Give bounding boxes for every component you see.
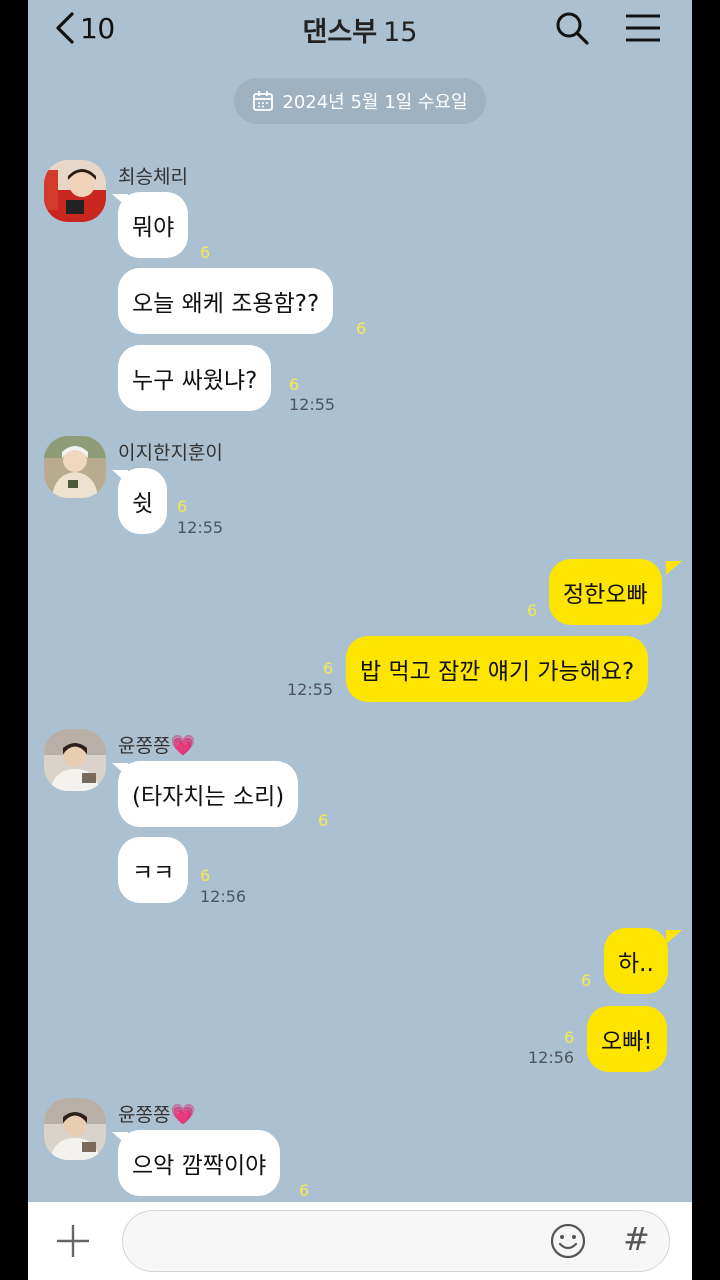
message-text: (타자치는 소리) bbox=[132, 784, 285, 810]
bubble-tail bbox=[666, 930, 682, 944]
heart-icon: 💗 bbox=[170, 733, 196, 757]
sender-name-text: 윤쫑쫑 bbox=[118, 1104, 171, 1126]
chat-room-name: 댄스부 bbox=[302, 17, 378, 48]
sender-name: 윤쫑쫑💗 bbox=[118, 1100, 195, 1127]
avatar[interactable] bbox=[44, 160, 106, 222]
date-divider: 2024년 5월 1일 수요일 bbox=[234, 78, 486, 124]
message-text: 밥 먹고 잠깐 얘기 가능해요? bbox=[360, 659, 635, 685]
message-time: 12:56 bbox=[528, 1048, 575, 1067]
hash-icon[interactable]: # bbox=[623, 1220, 650, 1258]
my-message-bubble[interactable]: 오빠! bbox=[587, 1006, 667, 1072]
message-text: 으악 깜짝이야 bbox=[132, 1153, 267, 1179]
member-count: 15 bbox=[383, 17, 418, 48]
sender-name-text: 윤쫑쫑 bbox=[118, 735, 171, 757]
message-bubble[interactable]: (타자치는 소리) bbox=[118, 761, 299, 827]
message-bubble[interactable]: 으악 깜짝이야 bbox=[118, 1130, 281, 1196]
my-message-bubble[interactable]: 하.. bbox=[604, 928, 668, 994]
message-text: 뭐야 bbox=[132, 215, 175, 241]
avatar[interactable] bbox=[44, 729, 106, 791]
unread-count: 6 bbox=[564, 1028, 575, 1047]
menu-icon[interactable] bbox=[622, 8, 662, 48]
unread-count: 6 bbox=[356, 319, 367, 338]
message-input-bar: # bbox=[28, 1202, 692, 1280]
plus-icon[interactable] bbox=[54, 1222, 92, 1260]
avatar[interactable] bbox=[44, 436, 106, 498]
message-time: 12:55 bbox=[289, 395, 336, 414]
sender-name: 최승체리 bbox=[118, 166, 188, 188]
date-text: 2024년 5월 1일 수요일 bbox=[282, 92, 468, 113]
message-bubble[interactable]: ㅋㅋ bbox=[118, 837, 189, 903]
bubble-tail bbox=[666, 561, 682, 575]
message-time: 12:55 bbox=[177, 518, 224, 537]
search-icon[interactable] bbox=[552, 8, 592, 48]
unread-count: 6 bbox=[527, 601, 538, 620]
message-field[interactable]: # bbox=[122, 1210, 670, 1272]
message-time: 12:55 bbox=[287, 680, 334, 699]
message-input[interactable] bbox=[143, 1221, 547, 1263]
emoji-icon[interactable] bbox=[549, 1222, 587, 1260]
unread-count: 6 bbox=[177, 497, 188, 516]
my-message-bubble[interactable]: 밥 먹고 잠깐 얘기 가능해요? bbox=[346, 636, 649, 702]
top-bar: 10 댄스부 15 bbox=[28, 0, 692, 56]
message-text: 쉿 bbox=[132, 491, 154, 517]
calendar-icon bbox=[253, 91, 274, 111]
unread-count: 6 bbox=[581, 971, 592, 990]
message-text: 정한오빠 bbox=[563, 582, 648, 608]
sender-name: 이지한지훈이 bbox=[118, 442, 223, 464]
sender-name: 윤쫑쫑💗 bbox=[118, 731, 195, 758]
message-bubble[interactable]: 뭐야 bbox=[118, 192, 189, 258]
chat-screen: 10 댄스부 15 2024년 5월 1일 수요일 최승체리 뭐야 6 오늘 왜… bbox=[28, 0, 692, 1280]
chat-title: 댄스부 15 bbox=[28, 10, 692, 49]
message-text: 오빠! bbox=[601, 1029, 653, 1055]
message-time: 12:56 bbox=[200, 887, 247, 906]
heart-icon: 💗 bbox=[170, 1102, 196, 1126]
message-bubble[interactable]: 오늘 왜케 조용함?? bbox=[118, 268, 334, 334]
message-text: 하.. bbox=[618, 951, 654, 977]
unread-count: 6 bbox=[323, 659, 334, 678]
message-text: 누구 싸웠냐? bbox=[132, 368, 258, 394]
unread-count: 6 bbox=[200, 243, 211, 262]
my-message-bubble[interactable]: 정한오빠 bbox=[549, 559, 662, 625]
avatar[interactable] bbox=[44, 1098, 106, 1160]
unread-count: 6 bbox=[200, 866, 211, 885]
unread-count: 6 bbox=[299, 1181, 310, 1200]
unread-count: 6 bbox=[318, 811, 329, 830]
message-text: 오늘 왜케 조용함?? bbox=[132, 291, 320, 317]
message-bubble[interactable]: 누구 싸웠냐? bbox=[118, 345, 272, 411]
message-text: ㅋㅋ bbox=[132, 860, 175, 886]
unread-count: 6 bbox=[289, 375, 300, 394]
